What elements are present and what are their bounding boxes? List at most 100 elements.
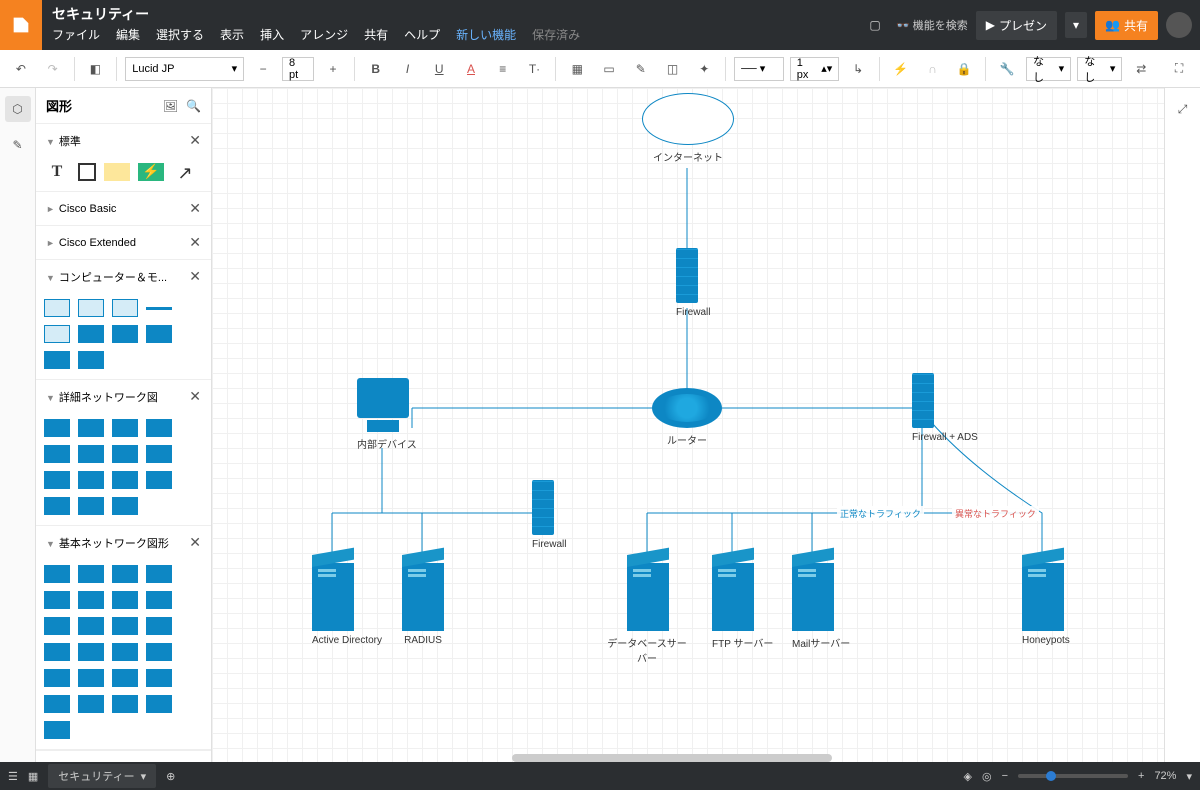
border-icon[interactable]: ▭ [596,56,622,82]
present-dropdown[interactable]: ▾ [1065,12,1087,38]
stencil-item[interactable] [112,695,138,713]
canvas[interactable]: インターネット Firewall ルーター 内部デバイス Firewall + … [212,88,1164,762]
target-icon[interactable]: ◎ [982,770,992,783]
menu-edit[interactable]: 編集 [116,26,140,43]
layers-icon[interactable]: ◈ [963,770,971,783]
close-icon[interactable]: ✕ [189,234,201,251]
horizontal-scrollbar[interactable] [512,754,832,762]
stencil-arrow[interactable]: ↗ [172,163,198,181]
stencil-item[interactable] [44,419,70,437]
section-cisco-extended[interactable]: ►Cisco Extended ✕ [36,226,211,259]
stencil-item[interactable] [44,695,70,713]
node-router[interactable]: ルーター [652,388,722,447]
user-avatar[interactable] [1166,12,1192,38]
fill-a-select[interactable]: なし ▾ [1026,57,1071,81]
stencil-item[interactable] [146,445,172,463]
shapes-panel-icon[interactable]: ⬡ [5,96,31,122]
stencil-item[interactable] [112,299,138,317]
wrench-icon[interactable]: 🔧 [994,56,1020,82]
add-page-icon[interactable]: ⊕ [166,770,175,783]
page-tab[interactable]: セキュリティー▾ [48,764,156,788]
italic-icon[interactable]: I [395,56,421,82]
stencil-item[interactable] [78,445,104,463]
section-basic-network[interactable]: ▼基本ネットワーク図形 ✕ [36,526,211,559]
close-icon[interactable]: ✕ [189,534,201,551]
stencil-item[interactable] [78,351,104,369]
stencil-item[interactable] [78,643,104,661]
magic-icon[interactable]: ✦ [691,56,717,82]
stencil-text[interactable]: T [44,163,70,181]
stencil-bolt[interactable]: ⚡ [138,163,164,181]
stencil-item[interactable] [78,591,104,609]
import-data-button[interactable]: ⇥ データをインポート [36,750,211,762]
node-internal[interactable]: 内部デバイス [357,378,417,451]
zoom-level[interactable]: 72% [1154,770,1176,782]
redo-icon[interactable]: ↷ [40,56,66,82]
stencil-item[interactable] [44,721,70,739]
section-standard[interactable]: ▼標準 ✕ [36,124,211,157]
section-detailed-network[interactable]: ▼詳細ネットワーク図 ✕ [36,380,211,413]
close-icon[interactable]: ✕ [189,132,201,149]
menu-help[interactable]: ヘルプ [404,26,440,43]
stencil-item[interactable] [112,643,138,661]
stencil-item[interactable] [112,591,138,609]
edge-normal-traffic[interactable]: 正常なトラフィック [837,506,924,521]
stencil-item[interactable] [146,643,172,661]
magnet-icon[interactable]: ∩ [920,56,946,82]
font-select[interactable]: Lucid JP▾ [125,57,244,81]
section-computers[interactable]: ▼コンピューター＆モ... ✕ [36,260,211,293]
close-icon[interactable]: ✕ [189,268,201,285]
stencil-item[interactable] [78,419,104,437]
stencil-item[interactable] [44,351,70,369]
layers-panel-icon[interactable]: ✎ [5,132,31,158]
menu-arrange[interactable]: アレンジ [300,26,348,43]
menu-share[interactable]: 共有 [364,26,388,43]
node-db[interactable]: データベースサーバー [627,563,687,665]
stencil-item[interactable] [78,617,104,635]
stencil-note[interactable] [104,163,130,181]
stencil-item[interactable] [146,325,172,343]
node-firewall1[interactable]: Firewall [676,248,710,318]
document-title[interactable]: セキュリティー [52,4,844,24]
line-width[interactable]: 1 px ▴▾ [790,57,840,81]
stencil-rect[interactable] [78,163,96,181]
stencil-item[interactable] [112,445,138,463]
menu-select[interactable]: 選択する [156,26,204,43]
stencil-item[interactable] [146,617,172,635]
stencil-item[interactable] [146,307,172,310]
paint-format-icon[interactable]: ◧ [82,56,108,82]
stencil-item[interactable] [78,471,104,489]
fullscreen-icon[interactable]: ⛶ [1166,56,1192,82]
stencil-item[interactable] [44,669,70,687]
undo-icon[interactable]: ↶ [8,56,34,82]
stencil-item[interactable] [146,669,172,687]
line-style-select[interactable]: ── ▾ [734,57,784,81]
zoom-in-icon[interactable]: + [1138,770,1144,782]
font-size[interactable]: 8 pt [282,57,314,81]
shape-style-icon[interactable]: ◫ [660,56,686,82]
node-honeypots[interactable]: Honeypots [1022,563,1070,646]
stencil-item[interactable] [44,471,70,489]
stencil-item[interactable] [146,565,172,583]
feature-search[interactable]: 👓 機能を検索 [896,17,968,33]
lock-icon[interactable]: 🔒 [951,56,977,82]
stencil-item[interactable] [78,695,104,713]
node-mail[interactable]: Mailサーバー [792,563,850,650]
app-logo[interactable] [0,0,42,50]
menu-new-feature[interactable]: 新しい機能 [456,26,516,43]
stencil-item[interactable] [112,669,138,687]
grid-view-icon[interactable]: ▦ [28,770,38,783]
stencil-item[interactable] [44,643,70,661]
menu-view[interactable]: 表示 [220,26,244,43]
stencil-item[interactable] [78,299,104,317]
stencil-item[interactable] [44,445,70,463]
stencil-item[interactable] [112,497,138,515]
action-icon[interactable]: ⚡ [888,56,914,82]
node-firewall-ads[interactable]: Firewall + ADS [912,373,978,443]
present-button[interactable]: ▶ プレゼン [976,11,1057,40]
node-firewall2[interactable]: Firewall [532,480,566,550]
stencil-item[interactable] [44,565,70,583]
menu-file[interactable]: ファイル [52,26,100,43]
stencil-item[interactable] [44,325,70,343]
edge-abnormal-traffic[interactable]: 異常なトラフィック [952,506,1039,521]
